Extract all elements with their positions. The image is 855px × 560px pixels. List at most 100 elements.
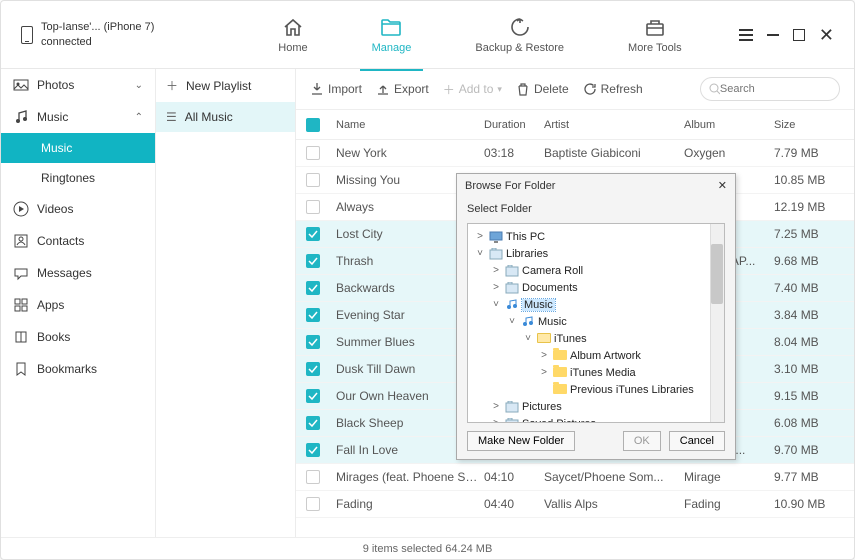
- col-size[interactable]: Size: [774, 119, 844, 131]
- row-checkbox[interactable]: [306, 389, 320, 403]
- sidebar-item-contacts[interactable]: Contacts: [1, 225, 155, 257]
- tree-twisty[interactable]: ˃: [490, 265, 502, 276]
- sidebar-item-photos[interactable]: Photos⌄: [1, 69, 155, 101]
- tab-backup[interactable]: Backup & Restore: [463, 8, 576, 62]
- device-info[interactable]: Top-Ianse'... (iPhone 7) connected: [21, 20, 221, 49]
- cell-size: 9.77 MB: [774, 470, 844, 484]
- col-duration[interactable]: Duration: [484, 119, 544, 131]
- photos-icon: [13, 77, 29, 93]
- tree-twisty[interactable]: ˅: [474, 248, 486, 259]
- tree-twisty[interactable]: ˃: [538, 350, 550, 361]
- tab-tools[interactable]: More Tools: [616, 8, 694, 62]
- ok-button[interactable]: OK: [623, 431, 661, 451]
- cell-size: 7.40 MB: [774, 281, 844, 295]
- cancel-button[interactable]: Cancel: [669, 431, 725, 451]
- search-input-wrapper[interactable]: [700, 77, 840, 101]
- tree-label: Music: [522, 299, 555, 311]
- tree-node[interactable]: ˃Camera Roll: [470, 262, 722, 279]
- row-checkbox[interactable]: [306, 146, 320, 160]
- tree-node[interactable]: Previous iTunes Libraries: [470, 381, 722, 398]
- tree-label: Music: [538, 316, 567, 328]
- tree-node[interactable]: ˃Saved Pictures: [470, 415, 722, 423]
- col-name[interactable]: Name: [336, 119, 484, 131]
- refresh-button[interactable]: Refresh: [583, 82, 643, 96]
- sidebar-item-videos[interactable]: Videos: [1, 193, 155, 225]
- row-checkbox[interactable]: [306, 200, 320, 214]
- col-artist[interactable]: Artist: [544, 119, 684, 131]
- playlist-item[interactable]: ☰All Music: [156, 102, 295, 132]
- sidebar-item-music[interactable]: Music⌃: [1, 101, 155, 133]
- row-checkbox[interactable]: [306, 281, 320, 295]
- tab-manage[interactable]: Manage: [360, 8, 424, 62]
- status-bar: 9 items selected 64.24 MB: [1, 537, 854, 559]
- tree-icon: [505, 401, 519, 413]
- maximize-button[interactable]: [793, 29, 805, 41]
- table-row[interactable]: Fading04:40Vallis AlpsFading10.90 MB: [296, 491, 854, 518]
- tree-twisty[interactable]: ˃: [490, 282, 502, 293]
- tree-label: Previous iTunes Libraries: [570, 384, 694, 396]
- add-to-button[interactable]: ＋ Add to ▾: [443, 81, 502, 98]
- make-new-folder-button[interactable]: Make New Folder: [467, 431, 575, 451]
- row-checkbox[interactable]: [306, 173, 320, 187]
- minimize-button[interactable]: [767, 34, 779, 36]
- tree-twisty[interactable]: ˅: [522, 333, 534, 344]
- tree-node[interactable]: ˃Pictures: [470, 398, 722, 415]
- sidebar-item-messages[interactable]: Messages: [1, 257, 155, 289]
- sidebar-item-bookmarks[interactable]: Bookmarks: [1, 353, 155, 385]
- tree-node[interactable]: ˅ Music: [470, 296, 722, 313]
- table-row[interactable]: Mirages (feat. Phoene Somsavath)04:10Say…: [296, 464, 854, 491]
- tree-node[interactable]: ˃Documents: [470, 279, 722, 296]
- sidebar-item-apps[interactable]: Apps: [1, 289, 155, 321]
- tree-scrollbar[interactable]: [710, 224, 724, 422]
- tab-home[interactable]: Home: [266, 8, 319, 62]
- tab-label: More Tools: [628, 42, 682, 54]
- row-checkbox[interactable]: [306, 362, 320, 376]
- search-input[interactable]: [720, 83, 831, 95]
- select-all-checkbox[interactable]: [306, 118, 320, 132]
- delete-button[interactable]: Delete: [516, 82, 569, 96]
- cell-album: Mirage: [684, 470, 774, 484]
- import-button[interactable]: Import: [310, 82, 362, 96]
- row-checkbox[interactable]: [306, 443, 320, 457]
- folder-tree[interactable]: ˃This PC ˅ Libraries ˃Camera Roll˃Documents…: [467, 223, 725, 423]
- apps-icon: [13, 297, 29, 313]
- sidebar-item-books[interactable]: Books: [1, 321, 155, 353]
- row-checkbox[interactable]: [306, 416, 320, 430]
- menu-icon[interactable]: [739, 29, 753, 41]
- tree-twisty[interactable]: ˅: [490, 299, 502, 310]
- col-album[interactable]: Album: [684, 119, 774, 131]
- row-checkbox[interactable]: [306, 227, 320, 241]
- row-checkbox[interactable]: [306, 470, 320, 484]
- row-checkbox[interactable]: [306, 308, 320, 322]
- tree-twisty[interactable]: ˃: [490, 418, 502, 423]
- row-checkbox[interactable]: [306, 497, 320, 511]
- sidebar-item-ringtones[interactable]: Ringtones: [1, 163, 155, 193]
- sidebar-label: Photos: [37, 78, 74, 92]
- playlist-item[interactable]: ＋New Playlist: [156, 69, 295, 102]
- tree-node[interactable]: ˅iTunes: [470, 330, 722, 347]
- tree-scroll-thumb[interactable]: [711, 244, 723, 304]
- row-checkbox[interactable]: [306, 335, 320, 349]
- tree-node[interactable]: ˃Album Artwork: [470, 347, 722, 364]
- tree-node[interactable]: ˅ Music: [470, 313, 722, 330]
- tree-twisty[interactable]: ˅: [506, 316, 518, 327]
- tree-twisty[interactable]: ˃: [538, 367, 550, 378]
- table-row[interactable]: New York03:18Baptiste GiabiconiOxygen7.7…: [296, 140, 854, 167]
- tree-twisty[interactable]: ˃: [474, 231, 486, 242]
- tree-label: Libraries: [506, 248, 548, 260]
- tree-node[interactable]: ˃This PC: [470, 228, 722, 245]
- tree-node[interactable]: ˅ Libraries: [470, 245, 722, 262]
- row-checkbox[interactable]: [306, 254, 320, 268]
- tree-node[interactable]: ˃iTunes Media: [470, 364, 722, 381]
- phone-icon: [21, 26, 33, 44]
- export-button[interactable]: Export: [376, 82, 429, 96]
- sidebar-item-music[interactable]: Music: [1, 133, 155, 163]
- message-icon: [13, 265, 29, 281]
- close-button[interactable]: ✕: [819, 26, 834, 44]
- tree-twisty[interactable]: ˃: [490, 401, 502, 412]
- sidebar-label: Books: [37, 330, 70, 344]
- dialog-close-button[interactable]: ✕: [718, 179, 727, 192]
- cell-duration: 04:10: [484, 470, 544, 484]
- tab-label: Backup & Restore: [475, 42, 564, 54]
- sidebar-label: Videos: [37, 202, 73, 216]
